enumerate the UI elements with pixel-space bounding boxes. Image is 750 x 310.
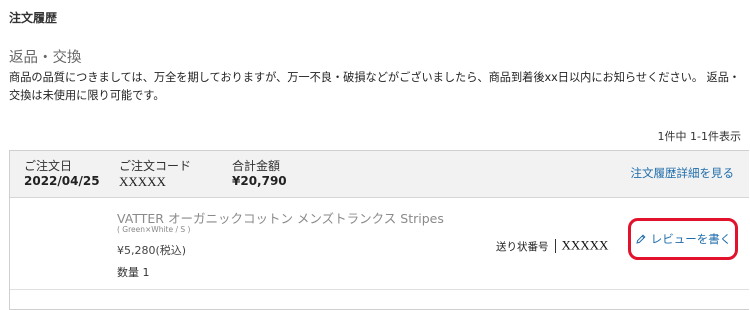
order-code-label: ご注文コード xyxy=(119,159,192,173)
write-review-button[interactable]: レビューを書く xyxy=(635,231,732,247)
order-code-value: XXXXX xyxy=(119,174,166,189)
order-header: ご注文日 2022/04/25 ご注文コード XXXXX 合計金額 ¥20,79… xyxy=(10,151,749,198)
order-date-value: 2022/04/25 xyxy=(24,174,100,188)
order-date-label: ご注文日 xyxy=(24,159,73,173)
review-highlight: レビューを書く xyxy=(628,218,738,260)
row-divider xyxy=(10,289,749,290)
page-title: 注文履歴 xyxy=(9,11,58,25)
return-notice: 商品の品質につきましては、万全を期しておりますが、万一不良・破損などがございまし… xyxy=(9,71,741,102)
product-variant: ( Green×White / S ) xyxy=(117,225,191,234)
tracking-label: 送り状番号 xyxy=(496,241,549,253)
product-quantity: 数量 1 xyxy=(117,266,150,279)
order-detail-link[interactable]: 注文履歴詳細を見る xyxy=(631,165,735,181)
pencil-icon xyxy=(636,234,646,244)
order-total-value: ¥20,790 xyxy=(232,174,287,188)
product-price: ¥5,280(税込) xyxy=(117,244,187,257)
tracking-divider xyxy=(554,238,556,253)
tracking-number: XXXXX xyxy=(561,237,609,253)
tracking-info: 送り状番号 XXXXX xyxy=(496,235,608,254)
section-title: 返品・交換 xyxy=(9,50,82,66)
write-review-label: レビューを書く xyxy=(650,232,732,246)
result-count: 1件中 1-1件表示 xyxy=(657,130,741,143)
order-total-label: 合計金額 xyxy=(232,159,281,173)
